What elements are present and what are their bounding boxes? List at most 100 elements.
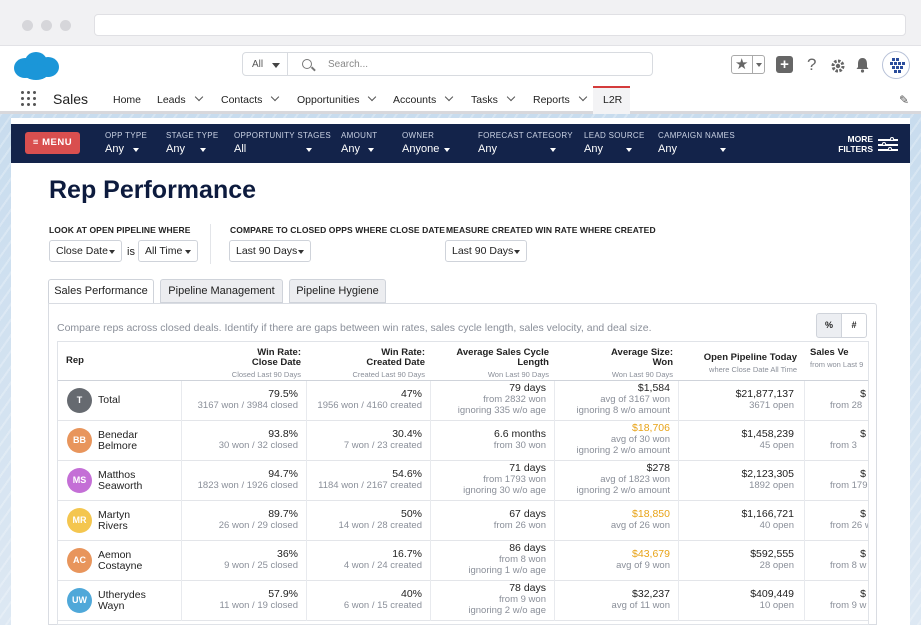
cell-detail: ignoring 1 w/o age (468, 565, 546, 576)
column-header-win-rate-created[interactable]: Win Rate: Created Date Created Last 90 D… (312, 342, 425, 380)
chevron-down-icon[interactable] (578, 92, 588, 102)
chevron-down-icon[interactable] (506, 92, 516, 102)
app-launcher-icon[interactable] (21, 91, 36, 106)
more-filters-button[interactable]: MORE FILTERS (831, 134, 873, 154)
column-header-rep[interactable]: Rep (66, 342, 126, 380)
cell-detail: ignoring 30 w/o age (463, 485, 546, 496)
closed-range-select[interactable]: Last 90 Days (229, 240, 311, 262)
cell-detail: 1823 won / 1926 closed (197, 480, 298, 491)
global-create-icon[interactable]: + (776, 56, 793, 73)
table-row[interactable]: MR Martyn Rivers 89.7% 26 won / 29 closed 50%… (58, 501, 868, 541)
select-value: Last 90 Days (236, 245, 298, 257)
filter-owner[interactable]: OWNER Anyone (402, 131, 462, 155)
rep-name[interactable]: Benedar Belmore (98, 430, 138, 452)
tab-pipeline-hygiene[interactable]: Pipeline Hygiene (289, 279, 386, 303)
favorites-dropdown-icon[interactable] (752, 56, 765, 73)
rep-name[interactable]: Utherydes Wayn (98, 590, 146, 612)
table-row[interactable]: UW Utherydes Wayn 57.9% 11 won / 19 closed 40… (58, 581, 868, 621)
window-minimize-dot[interactable] (41, 20, 52, 31)
user-avatar[interactable] (882, 51, 910, 79)
filter-opportunity-stages[interactable]: OPPORTUNITY STAGES All (234, 131, 331, 155)
caret-down-icon (109, 250, 115, 254)
edit-nav-pencil-icon[interactable]: ✎ (899, 93, 909, 107)
table-row[interactable]: T Total 79.5% 3167 won / 3984 closed 47% 1956… (58, 381, 868, 421)
menu-button[interactable]: ≡ MENU (25, 132, 80, 154)
cell-value: $ (860, 588, 866, 600)
divider (210, 224, 211, 264)
nav-item-tasks[interactable]: Tasks (471, 92, 516, 106)
filter-lead-source[interactable]: LEAD SOURCE Any (584, 131, 645, 155)
win-rate-created-cell: 40% 6 won / 15 created (344, 589, 422, 612)
column-divider (554, 381, 555, 421)
address-bar[interactable] (94, 14, 906, 36)
cell-value: 67 days (509, 508, 546, 520)
bell-icon[interactable] (855, 57, 870, 73)
chevron-down-icon[interactable] (194, 92, 203, 102)
table-row[interactable]: AC Aemon Costayne 36% 9 won / 25 closed 16.7%… (58, 541, 868, 581)
filter-campaign-names[interactable]: CAMPAIGN NAMES Any (658, 131, 735, 155)
chevron-down-icon[interactable] (368, 92, 377, 102)
column-title: Close Date (251, 357, 301, 368)
nav-item-contacts[interactable]: Contacts (221, 92, 280, 106)
column-header-open-pipeline[interactable]: Open Pipeline Today where Close Date All… (684, 342, 797, 380)
column-header-avg-size-won[interactable]: Average Size: Won Won Last 90 Days (560, 342, 673, 380)
filter-forecast-category[interactable]: FORECAST CATEGORY Any (478, 131, 573, 155)
created-range-select[interactable]: Last 90 Days (445, 240, 527, 262)
nav-item-opportunities[interactable]: Opportunities (297, 92, 377, 106)
window-close-dot[interactable] (22, 20, 33, 31)
count-toggle-button[interactable]: # (841, 313, 867, 338)
cell-detail: ignoring 2 w/o amount (576, 485, 670, 496)
avg-size-cell: $43,679 avg of 9 won (616, 549, 670, 572)
filter-value: Any (105, 143, 124, 155)
filter-amount[interactable]: AMOUNT Any (341, 131, 381, 155)
column-divider (554, 581, 555, 621)
nav-item-accounts[interactable]: Accounts (393, 92, 454, 106)
caret-down-icon (133, 148, 139, 152)
cell-value: $ (860, 388, 866, 400)
global-search-input[interactable]: Search... (287, 52, 653, 76)
rep-name[interactable]: Total (98, 395, 120, 406)
nav-item-home[interactable]: Home (113, 94, 141, 106)
cell-value: 78 days (509, 582, 546, 594)
column-header-sales-velocity[interactable]: Sales Ve from won Last 9 (810, 342, 868, 380)
chevron-down-icon[interactable] (444, 92, 454, 102)
caret-down-icon (185, 250, 191, 254)
rep-name[interactable]: Matthos Seaworth (98, 470, 142, 492)
avg-size-cell: $278 avg of 1823 won ignoring 2 w/o amount (576, 463, 670, 497)
avatar: MS (67, 468, 92, 493)
open-pipeline-range-select[interactable]: All Time (138, 240, 198, 262)
column-divider (430, 381, 431, 421)
cell-detail: from 9 w (830, 600, 867, 611)
search-scope-select[interactable]: All (242, 52, 288, 76)
favorites-button[interactable]: ★ (731, 55, 765, 74)
open-pipeline-field-select[interactable]: Close Date (49, 240, 122, 262)
column-header-sales-cycle[interactable]: Average Sales Cycle Length Won Last 90 D… (436, 342, 549, 380)
column-divider (678, 541, 679, 581)
chevron-down-icon[interactable] (271, 92, 280, 102)
column-divider (306, 381, 307, 421)
nav-item-l2r[interactable]: L2R (593, 86, 630, 114)
column-header-win-rate-close[interactable]: Win Rate: Close Date Closed Last 90 Days (188, 342, 301, 380)
tab-pipeline-management[interactable]: Pipeline Management (160, 279, 283, 303)
filter-label: OPP TYPE (105, 131, 148, 140)
rep-name[interactable]: Aemon Costayne (98, 550, 142, 572)
table-row[interactable]: MS Matthos Seaworth 94.7% 1823 won / 1926 cl… (58, 461, 868, 501)
caret-down-icon (368, 148, 374, 152)
filter-stage-type[interactable]: STAGE TYPE Any (166, 131, 219, 155)
table-row[interactable]: BB Benedar Belmore 93.8% 30 won / 32 closed 3… (58, 421, 868, 461)
gear-icon[interactable] (830, 58, 846, 74)
nav-item-leads[interactable]: Leads (157, 92, 203, 106)
created-win-rate-label: MEASURE CREATED WIN RATE WHERE CREATED (446, 225, 656, 235)
salesforce-cloud-logo[interactable] (12, 50, 60, 82)
cell-value: 6.6 months (494, 428, 546, 440)
rep-name[interactable]: Martyn Rivers (98, 510, 130, 532)
filter-opp-type[interactable]: OPP TYPE Any (105, 131, 147, 155)
sliders-icon[interactable] (878, 137, 898, 151)
help-icon[interactable]: ? (807, 56, 816, 74)
nav-item-reports[interactable]: Reports (533, 92, 588, 106)
cell-detail: from 28 (830, 400, 863, 411)
window-zoom-dot[interactable] (60, 20, 71, 31)
sales-cycle-cell: 6.6 months from 30 won (494, 428, 546, 452)
percent-toggle-button[interactable]: % (816, 313, 842, 338)
tab-sales-performance[interactable]: Sales Performance (48, 279, 154, 304)
